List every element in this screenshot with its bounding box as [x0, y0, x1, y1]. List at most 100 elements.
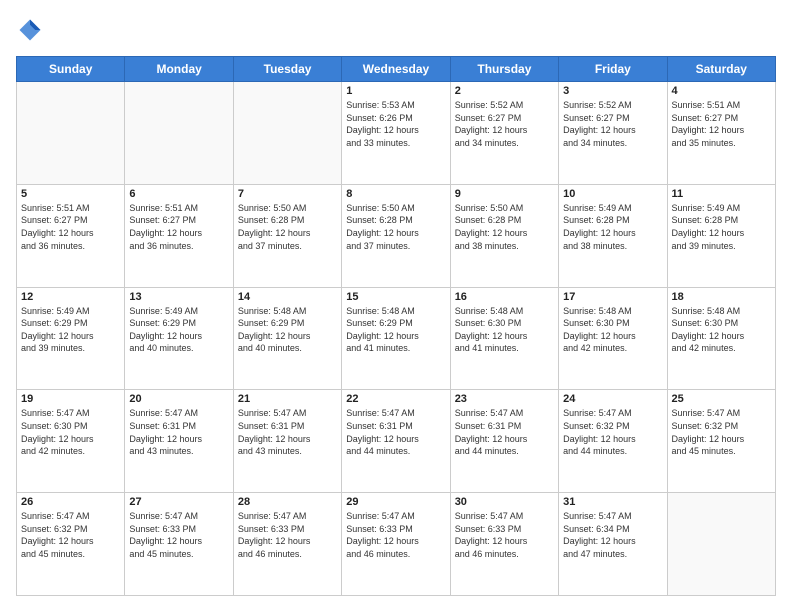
day-number: 2 [455, 85, 554, 97]
calendar-cell: 21 Sunrise: 5:47 AM Sunset: 6:31 PM Dayli… [233, 390, 341, 493]
calendar-cell [125, 82, 233, 185]
day-info: Sunrise: 5:48 AM Sunset: 6:30 PM Dayligh… [672, 305, 771, 355]
calendar-table: SundayMondayTuesdayWednesdayThursdayFrid… [16, 56, 776, 596]
day-number: 31 [563, 496, 662, 508]
calendar-cell: 13 Sunrise: 5:49 AM Sunset: 6:29 PM Dayli… [125, 287, 233, 390]
calendar-week-row: 19Sunrise: 5:47 AM Sunset: 6:30 PM Dayli… [17, 390, 776, 493]
day-info: Sunrise: 5:51 AM Sunset: 6:27 PM Dayligh… [129, 202, 228, 252]
day-number: 25 [672, 393, 771, 405]
day-number: 10 [563, 188, 662, 200]
day-number: 9 [455, 188, 554, 200]
day-info: Sunrise: 5:48 AM Sunset: 6:30 PM Dayligh… [455, 305, 554, 355]
calendar-day-header: Sunday [17, 57, 125, 82]
calendar-cell: 28 Sunrise: 5:47 AM Sunset: 6:33 PM Dayli… [233, 493, 341, 596]
day-info: Sunrise: 5:47 AM Sunset: 6:31 PM Dayligh… [129, 407, 228, 457]
calendar-cell: 31 Sunrise: 5:47 AM Sunset: 6:34 PM Dayli… [559, 493, 667, 596]
calendar-cell: 17 Sunrise: 5:48 AM Sunset: 6:30 PM Dayli… [559, 287, 667, 390]
day-number: 26 [21, 496, 120, 508]
day-info: Sunrise: 5:47 AM Sunset: 6:31 PM Dayligh… [346, 407, 445, 457]
day-number: 14 [238, 291, 337, 303]
day-info: Sunrise: 5:53 AM Sunset: 6:26 PM Dayligh… [346, 99, 445, 149]
calendar-cell: 20 Sunrise: 5:47 AM Sunset: 6:31 PM Dayli… [125, 390, 233, 493]
day-info: Sunrise: 5:47 AM Sunset: 6:33 PM Dayligh… [455, 510, 554, 560]
day-number: 28 [238, 496, 337, 508]
day-number: 27 [129, 496, 228, 508]
calendar-cell: 15Sunrise: 5:48 AM Sunset: 6:29 PM Dayli… [342, 287, 450, 390]
day-number: 7 [238, 188, 337, 200]
calendar-day-header: Monday [125, 57, 233, 82]
day-number: 17 [563, 291, 662, 303]
calendar-day-header: Wednesday [342, 57, 450, 82]
logo [16, 16, 48, 44]
calendar-day-header: Friday [559, 57, 667, 82]
day-info: Sunrise: 5:51 AM Sunset: 6:27 PM Dayligh… [672, 99, 771, 149]
day-info: Sunrise: 5:49 AM Sunset: 6:29 PM Dayligh… [21, 305, 120, 355]
calendar-cell: 11 Sunrise: 5:49 AM Sunset: 6:28 PM Dayli… [667, 184, 775, 287]
day-info: Sunrise: 5:47 AM Sunset: 6:34 PM Dayligh… [563, 510, 662, 560]
day-number: 16 [455, 291, 554, 303]
calendar-cell: 14Sunrise: 5:48 AM Sunset: 6:29 PM Dayli… [233, 287, 341, 390]
calendar-cell: 18 Sunrise: 5:48 AM Sunset: 6:30 PM Dayli… [667, 287, 775, 390]
day-info: Sunrise: 5:50 AM Sunset: 6:28 PM Dayligh… [346, 202, 445, 252]
calendar-week-row: 5 Sunrise: 5:51 AM Sunset: 6:27 PM Daylig… [17, 184, 776, 287]
calendar-cell: 3 Sunrise: 5:52 AM Sunset: 6:27 PM Daylig… [559, 82, 667, 185]
calendar-cell: 24Sunrise: 5:47 AM Sunset: 6:32 PM Dayli… [559, 390, 667, 493]
calendar-cell: 26 Sunrise: 5:47 AM Sunset: 6:32 PM Dayli… [17, 493, 125, 596]
calendar-cell: 12Sunrise: 5:49 AM Sunset: 6:29 PM Dayli… [17, 287, 125, 390]
day-number: 3 [563, 85, 662, 97]
calendar-cell: 16 Sunrise: 5:48 AM Sunset: 6:30 PM Dayli… [450, 287, 558, 390]
day-number: 13 [129, 291, 228, 303]
calendar-cell: 22 Sunrise: 5:47 AM Sunset: 6:31 PM Dayli… [342, 390, 450, 493]
calendar-cell: 1 Sunrise: 5:53 AM Sunset: 6:26 PM Daylig… [342, 82, 450, 185]
calendar-cell: 4 Sunrise: 5:51 AM Sunset: 6:27 PM Daylig… [667, 82, 775, 185]
calendar-cell: 30Sunrise: 5:47 AM Sunset: 6:33 PM Dayli… [450, 493, 558, 596]
calendar-cell: 10Sunrise: 5:49 AM Sunset: 6:28 PM Dayli… [559, 184, 667, 287]
calendar-cell: 27 Sunrise: 5:47 AM Sunset: 6:33 PM Dayli… [125, 493, 233, 596]
day-info: Sunrise: 5:47 AM Sunset: 6:32 PM Dayligh… [563, 407, 662, 457]
day-number: 4 [672, 85, 771, 97]
calendar-cell: 29 Sunrise: 5:47 AM Sunset: 6:33 PM Dayli… [342, 493, 450, 596]
calendar-day-header: Saturday [667, 57, 775, 82]
calendar-cell: 9 Sunrise: 5:50 AM Sunset: 6:28 PM Daylig… [450, 184, 558, 287]
day-number: 15 [346, 291, 445, 303]
day-info: Sunrise: 5:50 AM Sunset: 6:28 PM Dayligh… [455, 202, 554, 252]
day-info: Sunrise: 5:52 AM Sunset: 6:27 PM Dayligh… [563, 99, 662, 149]
day-info: Sunrise: 5:51 AM Sunset: 6:27 PM Dayligh… [21, 202, 120, 252]
day-number: 22 [346, 393, 445, 405]
calendar-cell: 25 Sunrise: 5:47 AM Sunset: 6:32 PM Dayli… [667, 390, 775, 493]
day-number: 5 [21, 188, 120, 200]
calendar-cell [233, 82, 341, 185]
day-number: 29 [346, 496, 445, 508]
day-number: 6 [129, 188, 228, 200]
header [16, 16, 776, 44]
day-info: Sunrise: 5:47 AM Sunset: 6:33 PM Dayligh… [238, 510, 337, 560]
calendar-cell [17, 82, 125, 185]
day-number: 21 [238, 393, 337, 405]
day-number: 20 [129, 393, 228, 405]
day-info: Sunrise: 5:47 AM Sunset: 6:32 PM Dayligh… [21, 510, 120, 560]
calendar-day-header: Tuesday [233, 57, 341, 82]
day-info: Sunrise: 5:52 AM Sunset: 6:27 PM Dayligh… [455, 99, 554, 149]
calendar-week-row: 12Sunrise: 5:49 AM Sunset: 6:29 PM Dayli… [17, 287, 776, 390]
day-number: 23 [455, 393, 554, 405]
day-info: Sunrise: 5:47 AM Sunset: 6:33 PM Dayligh… [129, 510, 228, 560]
day-info: Sunrise: 5:47 AM Sunset: 6:31 PM Dayligh… [238, 407, 337, 457]
calendar-cell: 6 Sunrise: 5:51 AM Sunset: 6:27 PM Daylig… [125, 184, 233, 287]
day-number: 11 [672, 188, 771, 200]
day-info: Sunrise: 5:50 AM Sunset: 6:28 PM Dayligh… [238, 202, 337, 252]
day-info: Sunrise: 5:47 AM Sunset: 6:32 PM Dayligh… [672, 407, 771, 457]
day-info: Sunrise: 5:48 AM Sunset: 6:30 PM Dayligh… [563, 305, 662, 355]
day-info: Sunrise: 5:47 AM Sunset: 6:33 PM Dayligh… [346, 510, 445, 560]
day-info: Sunrise: 5:49 AM Sunset: 6:28 PM Dayligh… [672, 202, 771, 252]
calendar-week-row: 1 Sunrise: 5:53 AM Sunset: 6:26 PM Daylig… [17, 82, 776, 185]
day-number: 19 [21, 393, 120, 405]
calendar-cell: 8 Sunrise: 5:50 AM Sunset: 6:28 PM Daylig… [342, 184, 450, 287]
calendar-cell: 19Sunrise: 5:47 AM Sunset: 6:30 PM Dayli… [17, 390, 125, 493]
calendar-cell: 2 Sunrise: 5:52 AM Sunset: 6:27 PM Daylig… [450, 82, 558, 185]
day-info: Sunrise: 5:47 AM Sunset: 6:31 PM Dayligh… [455, 407, 554, 457]
day-info: Sunrise: 5:49 AM Sunset: 6:29 PM Dayligh… [129, 305, 228, 355]
day-number: 18 [672, 291, 771, 303]
day-number: 1 [346, 85, 445, 97]
calendar-day-header: Thursday [450, 57, 558, 82]
day-number: 8 [346, 188, 445, 200]
